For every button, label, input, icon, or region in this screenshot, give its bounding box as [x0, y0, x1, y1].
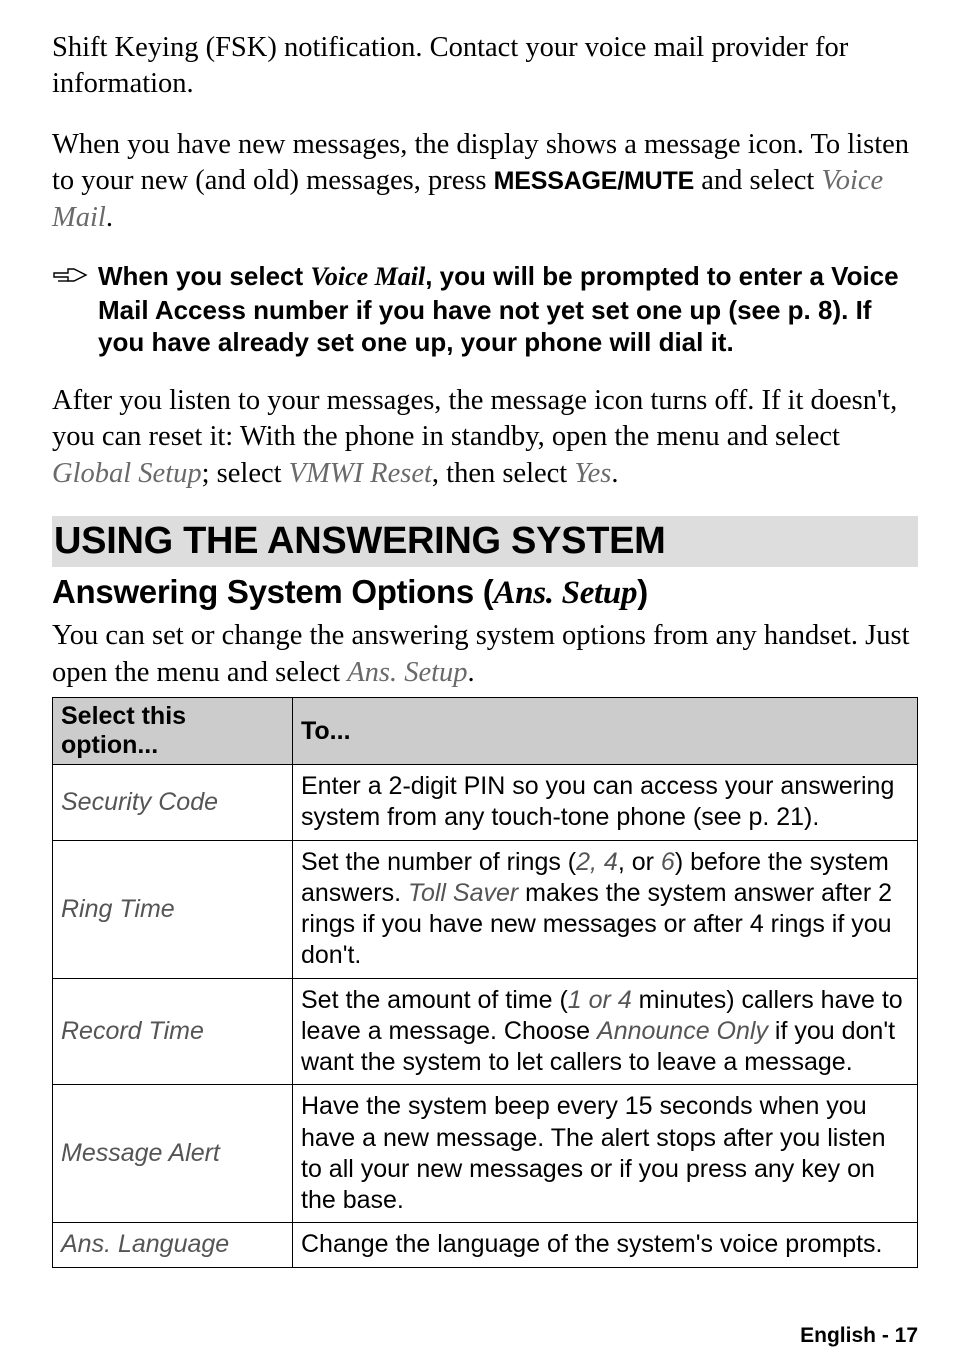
- text: Shift Keying (FSK) notification. Contact…: [52, 32, 848, 99]
- header-select-option: Select this option...: [53, 698, 293, 765]
- heading-answering-system-options: Answering System Options (Ans. Setup): [52, 573, 918, 612]
- key-message-mute: MESSAGE/MUTE: [494, 167, 694, 195]
- option-record-time: Record Time: [53, 978, 293, 1085]
- text: Set the amount of time (: [301, 986, 568, 1014]
- text: You can set or change the answering syst…: [52, 620, 910, 687]
- italic-value: 1 or 4: [568, 986, 632, 1014]
- paragraph-intro-options: You can set or change the answering syst…: [52, 618, 918, 691]
- text: When you select: [98, 261, 310, 291]
- text: ; select: [202, 458, 289, 489]
- menu-global-setup: Global Setup: [52, 458, 202, 489]
- text: , or: [618, 848, 661, 876]
- text: Change the language of the system's voic…: [301, 1230, 883, 1258]
- callout-note: When you select Voice Mail, you will be …: [52, 260, 918, 359]
- text: and select: [694, 165, 821, 196]
- option-message-alert: Message Alert: [53, 1085, 293, 1223]
- text: After you listen to your messages, the m…: [52, 385, 897, 452]
- text: Enter a 2-digit PIN so you can access yo…: [301, 772, 894, 831]
- table-row: Security Code Enter a 2-digit PIN so you…: [53, 765, 918, 841]
- menu-ans-setup: Ans. Setup: [347, 657, 467, 688]
- callout-text: When you select Voice Mail, you will be …: [98, 260, 918, 359]
- table-row: Ring Time Set the number of rings (2, 4,…: [53, 840, 918, 978]
- heading-using-answering-system: USING THE ANSWERING SYSTEM: [52, 516, 918, 567]
- options-table: Select this option... To... Security Cod…: [52, 697, 918, 1268]
- text: Have the system beep every 15 seconds wh…: [301, 1092, 886, 1214]
- italic-value: 2, 4: [576, 848, 618, 876]
- paragraph-fsk: Shift Keying (FSK) notification. Contact…: [52, 30, 918, 103]
- option-ring-time: Ring Time: [53, 840, 293, 978]
- option-desc: Set the amount of time (1 or 4 minutes) …: [293, 978, 918, 1085]
- text: .: [611, 458, 618, 489]
- menu-voice-mail: Voice Mail: [310, 262, 425, 291]
- option-desc: Change the language of the system's voic…: [293, 1223, 918, 1267]
- option-desc: Have the system beep every 15 seconds wh…: [293, 1085, 918, 1223]
- paragraph-reset-icon: After you listen to your messages, the m…: [52, 383, 918, 492]
- paragraph-new-messages: When you have new messages, the display …: [52, 127, 918, 236]
- text: .: [106, 202, 113, 233]
- option-desc: Enter a 2-digit PIN so you can access yo…: [293, 765, 918, 841]
- pointing-hand-icon: [52, 260, 88, 290]
- header-to: To...: [293, 698, 918, 765]
- table-header-row: Select this option... To...: [53, 698, 918, 765]
- text: , then select: [432, 458, 574, 489]
- menu-yes: Yes: [574, 458, 611, 489]
- menu-vmwi-reset: VMWI Reset: [289, 458, 432, 489]
- italic-value: Toll Saver: [408, 879, 518, 907]
- option-desc: Set the number of rings (2, 4, or 6) bef…: [293, 840, 918, 978]
- option-security-code: Security Code: [53, 765, 293, 841]
- table-row: Record Time Set the amount of time (1 or…: [53, 978, 918, 1085]
- text: .: [468, 657, 475, 688]
- text: Set the number of rings (: [301, 848, 576, 876]
- table-row: Ans. Language Change the language of the…: [53, 1223, 918, 1267]
- italic-value: Announce Only: [597, 1017, 768, 1045]
- text: ): [637, 573, 648, 610]
- option-ans-language: Ans. Language: [53, 1223, 293, 1267]
- page-footer: English - 17: [0, 1288, 954, 1372]
- italic-value: 6: [661, 848, 675, 876]
- menu-ans-setup: Ans. Setup: [493, 575, 637, 611]
- text: Answering System Options (: [52, 573, 493, 610]
- table-row: Message Alert Have the system beep every…: [53, 1085, 918, 1223]
